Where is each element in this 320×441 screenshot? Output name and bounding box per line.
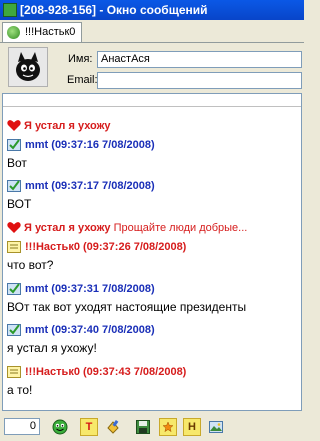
image-icon (209, 421, 223, 433)
message-icon (7, 283, 21, 295)
bottom-toolbar: 0 T H (0, 413, 304, 441)
message-header: mmt (09:37:40 7/08/2008) (25, 324, 155, 336)
contact-status-icon (7, 26, 20, 39)
chat-message: !!!Настьк0 (09:37:26 7/08/2008) что вот? (7, 239, 299, 273)
message-text: а то! (7, 383, 33, 397)
contact-info: Имя: АнастАся Email: (0, 43, 304, 91)
name-field[interactable]: АнастАся (97, 51, 302, 68)
message-text: ВОт так вот уходят настоящие президенты (7, 300, 247, 314)
message-text: ВОТ (7, 197, 32, 211)
status-note: Прощайте люди добрые... (113, 222, 248, 234)
log-divider (3, 106, 301, 107)
status-message: Я устал я ухожу (7, 118, 299, 134)
text-color-icon: T (85, 421, 93, 433)
star-button[interactable] (159, 418, 177, 436)
chat-message: mmt (09:37:16 7/08/2008) Вот (7, 137, 299, 171)
star-icon (162, 421, 174, 433)
save-button[interactable] (134, 418, 152, 436)
name-label: Имя: (68, 53, 93, 65)
status-message: Я устал я ухожу Прощайте люди добрые... (7, 220, 299, 236)
smiley-button[interactable] (51, 418, 69, 436)
title-bar: [208-928-156] - Окно сообщений (0, 0, 304, 20)
message-icon (7, 180, 21, 192)
text-color-button[interactable]: T (80, 418, 98, 436)
message-header: !!!Настьк0 (09:37:43 7/08/2008) (25, 366, 187, 378)
message-icon (7, 139, 21, 151)
message-icon (7, 324, 21, 336)
message-header: !!!Настьк0 (09:37:26 7/08/2008) (25, 241, 187, 253)
history-icon: H (188, 421, 196, 433)
chat-message: !!!Настьк0 (09:37:43 7/08/2008) а то! (7, 364, 299, 398)
heart-icon (7, 120, 21, 131)
window-title: [208-928-156] - Окно сообщений (20, 3, 208, 17)
image-button[interactable] (207, 418, 225, 436)
avatar (8, 47, 48, 87)
message-header: mmt (09:37:31 7/08/2008) (25, 283, 155, 295)
paint-icon (107, 419, 119, 434)
email-field[interactable] (97, 72, 302, 89)
char-counter: 0 (4, 418, 40, 435)
message-icon (7, 366, 21, 378)
message-header: mmt (09:37:16 7/08/2008) (25, 139, 155, 151)
app-icon (3, 3, 17, 17)
message-icon (7, 241, 21, 253)
chat-message: mmt (09:37:40 7/08/2008) я устал я ухожу… (7, 322, 299, 356)
tab-contact[interactable]: !!!Настьк0 (2, 22, 83, 42)
tab-strip: !!!Настьк0 (0, 20, 304, 43)
message-text: я устал я ухожу! (7, 341, 97, 355)
history-button[interactable]: H (183, 418, 201, 436)
paint-button[interactable] (104, 418, 122, 436)
status-text: Я устал я ухожу (24, 120, 111, 132)
tab-label: !!!Настьк0 (25, 26, 76, 38)
chat-message: mmt (09:37:31 7/08/2008) ВОт так вот ухо… (7, 281, 299, 315)
chat-message: mmt (09:37:17 7/08/2008) ВОТ (7, 178, 299, 212)
message-header: mmt (09:37:17 7/08/2008) (25, 180, 155, 192)
email-label: Email: (67, 74, 98, 86)
status-text: Я устал я ухожу (24, 222, 111, 234)
message-text: Вот (7, 156, 27, 170)
message-text: что вот? (7, 258, 54, 272)
save-icon (136, 420, 150, 434)
smiley-icon (52, 419, 68, 435)
heart-icon (7, 222, 21, 233)
message-log[interactable]: Я устал я ухожу mmt (09:37:16 7/08/2008)… (2, 93, 302, 411)
